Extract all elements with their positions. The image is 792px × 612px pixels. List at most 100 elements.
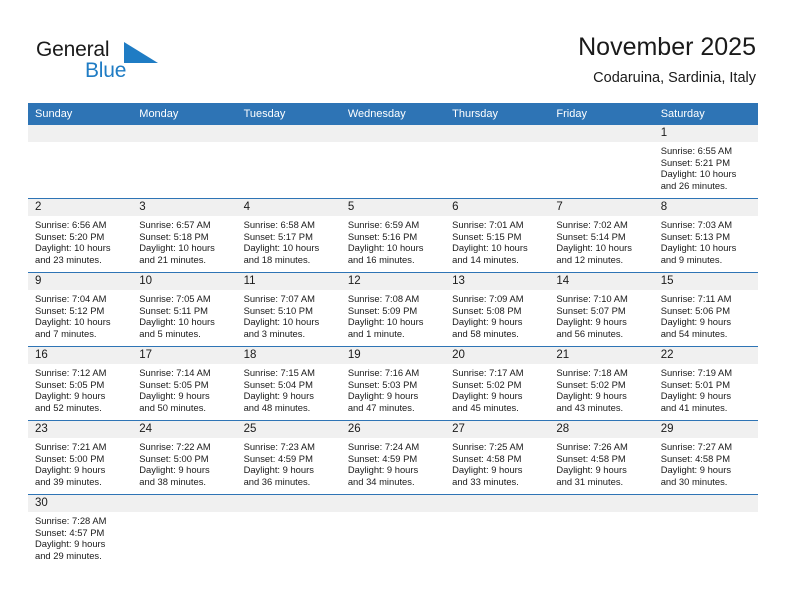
day-number: 22 <box>653 347 758 364</box>
weekday-header-row: Sunday Monday Tuesday Wednesday Thursday… <box>28 103 758 125</box>
day-cell[interactable]: 17 Sunrise: 7:14 AM Sunset: 5:05 PM Dayligh… <box>132 347 237 420</box>
day-number <box>653 495 758 512</box>
page-subtitle: Codaruina, Sardinia, Italy <box>593 70 756 86</box>
day-details: Sunrise: 7:17 AM Sunset: 5:02 PM Daylight:… <box>445 364 549 413</box>
day-details: Sunrise: 7:09 AM Sunset: 5:08 PM Daylight:… <box>445 290 549 339</box>
day-cell[interactable]: 19 Sunrise: 7:16 AM Sunset: 5:03 PM Dayligh… <box>340 347 446 420</box>
general-blue-logo[interactable]: General Blue <box>36 38 186 90</box>
sunrise-text: Sunrise: 7:05 AM <box>139 293 211 304</box>
sunrise-text: Sunrise: 7:12 AM <box>35 367 107 378</box>
sunset-text: Sunset: 5:06 PM <box>660 304 730 316</box>
day-cell-empty <box>549 495 654 568</box>
daylight-text-line1: Daylight: 10 hours <box>139 242 215 254</box>
weekday-saturday: Saturday <box>660 108 705 120</box>
day-cell[interactable]: 12 Sunrise: 7:08 AM Sunset: 5:09 PM Dayligh… <box>340 273 446 346</box>
day-cell[interactable]: 25 Sunrise: 7:23 AM Sunset: 4:59 PM Dayligh… <box>236 421 341 494</box>
sunset-text: Sunset: 5:04 PM <box>243 378 313 390</box>
day-number <box>340 125 446 142</box>
daylight-text-line2: and 47 minutes. <box>347 401 415 413</box>
day-details: Sunrise: 7:28 AM Sunset: 4:57 PM Daylight:… <box>28 512 132 561</box>
day-number <box>236 495 341 512</box>
daylight-text-line2: and 1 minute. <box>347 327 405 339</box>
daylight-text-line1: Daylight: 9 hours <box>139 390 210 402</box>
day-number: 1 <box>653 125 758 142</box>
sunset-text: Sunset: 5:05 PM <box>35 378 105 390</box>
day-cell[interactable]: 6 Sunrise: 7:01 AM Sunset: 5:15 PM Daylight… <box>445 199 550 272</box>
day-cell[interactable]: 8 Sunrise: 7:03 AM Sunset: 5:13 PM Daylight… <box>653 199 758 272</box>
day-number: 14 <box>549 273 654 290</box>
day-cell[interactable]: 16 Sunrise: 7:12 AM Sunset: 5:05 PM Dayligh… <box>28 347 133 420</box>
daylight-text-line2: and 36 minutes. <box>243 475 311 487</box>
day-cell[interactable]: 29 Sunrise: 7:27 AM Sunset: 4:58 PM Dayligh… <box>653 421 758 494</box>
daylight-text-line1: Daylight: 9 hours <box>35 464 106 476</box>
sunrise-text: Sunrise: 7:09 AM <box>452 293 524 304</box>
day-cell[interactable]: 27 Sunrise: 7:25 AM Sunset: 4:58 PM Dayligh… <box>445 421 550 494</box>
day-cell[interactable]: 3 Sunrise: 6:57 AM Sunset: 5:18 PM Daylight… <box>132 199 237 272</box>
day-cell[interactable]: 20 Sunrise: 7:17 AM Sunset: 5:02 PM Dayligh… <box>445 347 550 420</box>
day-cell[interactable]: 23 Sunrise: 7:21 AM Sunset: 5:00 PM Dayligh… <box>28 421 133 494</box>
day-number: 20 <box>445 347 550 364</box>
day-number: 18 <box>236 347 341 364</box>
week-row: 9 Sunrise: 7:04 AM Sunset: 5:12 PM Daylight… <box>28 272 758 346</box>
daylight-text-line1: Daylight: 9 hours <box>452 316 523 328</box>
day-cell[interactable]: 21 Sunrise: 7:18 AM Sunset: 5:02 PM Dayligh… <box>549 347 654 420</box>
sunrise-text: Sunrise: 7:04 AM <box>35 293 107 304</box>
day-cell[interactable]: 24 Sunrise: 7:22 AM Sunset: 5:00 PM Dayligh… <box>132 421 237 494</box>
day-details: Sunrise: 7:16 AM Sunset: 5:03 PM Daylight:… <box>341 364 445 413</box>
day-number: 12 <box>340 273 446 290</box>
day-cell[interactable]: 2 Sunrise: 6:56 AM Sunset: 5:20 PM Daylight… <box>28 199 133 272</box>
sunrise-text: Sunrise: 7:18 AM <box>556 367 628 378</box>
daylight-text-line1: Daylight: 10 hours <box>660 242 737 254</box>
day-cell[interactable]: 9 Sunrise: 7:04 AM Sunset: 5:12 PM Daylight… <box>28 273 133 346</box>
day-cell[interactable]: 28 Sunrise: 7:26 AM Sunset: 4:58 PM Dayligh… <box>549 421 654 494</box>
sunset-text: Sunset: 4:58 PM <box>452 452 522 464</box>
daylight-text-line1: Daylight: 9 hours <box>660 390 732 402</box>
day-number: 3 <box>132 199 237 216</box>
sunset-text: Sunset: 5:00 PM <box>139 452 209 464</box>
day-cell[interactable]: 18 Sunrise: 7:15 AM Sunset: 5:04 PM Dayligh… <box>236 347 341 420</box>
day-cell[interactable]: 7 Sunrise: 7:02 AM Sunset: 5:14 PM Daylight… <box>549 199 654 272</box>
day-number: 16 <box>28 347 133 364</box>
daylight-text-line2: and 21 minutes. <box>139 253 206 265</box>
day-cell-empty <box>445 495 550 568</box>
daylight-text-line2: and 16 minutes. <box>347 253 415 265</box>
day-details: Sunrise: 7:07 AM Sunset: 5:10 PM Daylight:… <box>237 290 341 339</box>
day-details: Sunrise: 7:24 AM Sunset: 4:59 PM Daylight:… <box>341 438 445 487</box>
day-details: Sunrise: 7:26 AM Sunset: 4:58 PM Daylight:… <box>549 438 653 487</box>
day-cell[interactable]: 22 Sunrise: 7:19 AM Sunset: 5:01 PM Dayligh… <box>653 347 758 420</box>
sunset-text: Sunset: 5:03 PM <box>347 378 418 390</box>
day-number: 27 <box>445 421 550 438</box>
day-cell[interactable]: 13 Sunrise: 7:09 AM Sunset: 5:08 PM Dayligh… <box>445 273 550 346</box>
day-number: 25 <box>236 421 341 438</box>
daylight-text-line2: and 34 minutes. <box>347 475 415 487</box>
day-cell[interactable]: 1 Sunrise: 6:55 AM Sunset: 5:21 PM Daylight… <box>653 125 758 198</box>
calendar-grid: Sunday Monday Tuesday Wednesday Thursday… <box>28 103 758 568</box>
sunrise-text: Sunrise: 7:25 AM <box>452 441 524 452</box>
sunset-text: Sunset: 4:57 PM <box>35 526 105 538</box>
day-cell[interactable]: 15 Sunrise: 7:11 AM Sunset: 5:06 PM Dayligh… <box>653 273 758 346</box>
daylight-text-line1: Daylight: 9 hours <box>35 390 106 402</box>
daylight-text-line2: and 23 minutes. <box>35 253 102 265</box>
page-header: General Blue November 2025 Codaruina, Sa… <box>0 0 792 103</box>
day-cell[interactable]: 5 Sunrise: 6:59 AM Sunset: 5:16 PM Daylight… <box>340 199 446 272</box>
day-cell[interactable]: 11 Sunrise: 7:07 AM Sunset: 5:10 PM Dayligh… <box>236 273 341 346</box>
day-details: Sunrise: 7:03 AM Sunset: 5:13 PM Daylight:… <box>654 216 758 265</box>
sunset-text: Sunset: 5:08 PM <box>452 304 522 316</box>
day-details: Sunrise: 7:01 AM Sunset: 5:15 PM Daylight:… <box>445 216 549 265</box>
sunrise-text: Sunrise: 6:56 AM <box>35 219 107 230</box>
daylight-text-line2: and 14 minutes. <box>452 253 519 265</box>
sunrise-text: Sunrise: 6:55 AM <box>660 145 733 156</box>
sunrise-text: Sunrise: 7:17 AM <box>452 367 524 378</box>
daylight-text-line1: Daylight: 9 hours <box>660 464 732 476</box>
daylight-text-line1: Daylight: 9 hours <box>243 464 314 476</box>
day-cell[interactable]: 14 Sunrise: 7:10 AM Sunset: 5:07 PM Dayligh… <box>549 273 654 346</box>
daylight-text-line2: and 29 minutes. <box>35 549 102 561</box>
day-number <box>549 125 654 142</box>
day-cell[interactable]: 26 Sunrise: 7:24 AM Sunset: 4:59 PM Dayligh… <box>340 421 446 494</box>
day-cell[interactable]: 10 Sunrise: 7:05 AM Sunset: 5:11 PM Dayligh… <box>132 273 237 346</box>
day-cell[interactable]: 4 Sunrise: 6:58 AM Sunset: 5:17 PM Daylight… <box>236 199 341 272</box>
sunrise-text: Sunrise: 7:28 AM <box>35 515 107 526</box>
daylight-text-line1: Daylight: 10 hours <box>347 242 424 254</box>
day-number: 21 <box>549 347 654 364</box>
day-cell[interactable]: 30 Sunrise: 7:28 AM Sunset: 4:57 PM Dayligh… <box>28 495 133 568</box>
